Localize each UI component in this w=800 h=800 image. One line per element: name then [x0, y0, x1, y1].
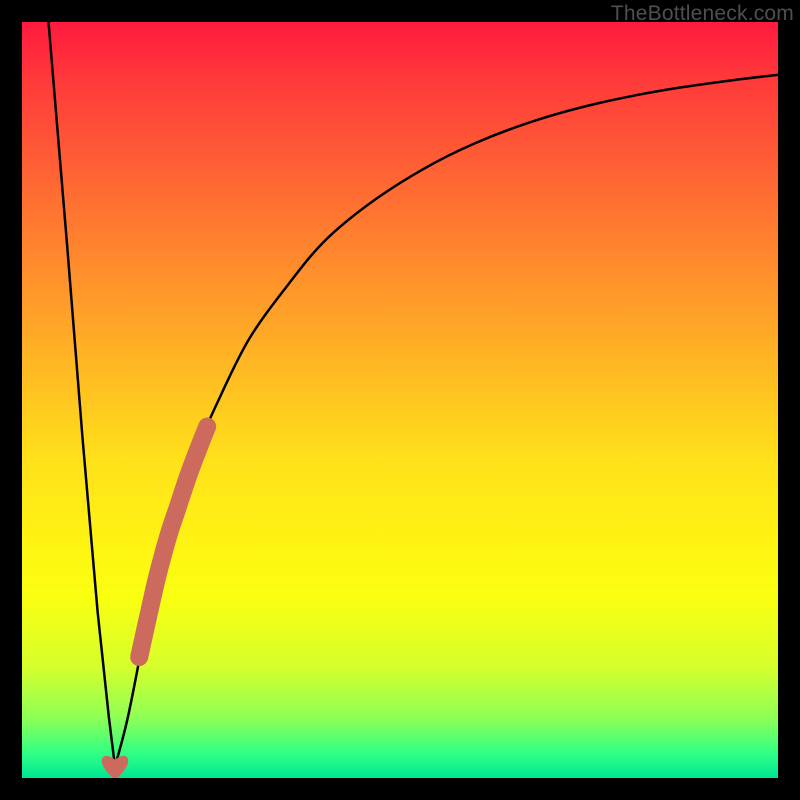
chart-frame: TheBottleneck.com [0, 0, 800, 800]
bottleneck-curve [49, 22, 779, 767]
gradient-plot-area [22, 22, 778, 778]
heart-icon [103, 757, 127, 778]
highlight-segment [139, 427, 207, 658]
chart-svg [22, 22, 778, 778]
watermark-text: TheBottleneck.com [611, 2, 794, 26]
